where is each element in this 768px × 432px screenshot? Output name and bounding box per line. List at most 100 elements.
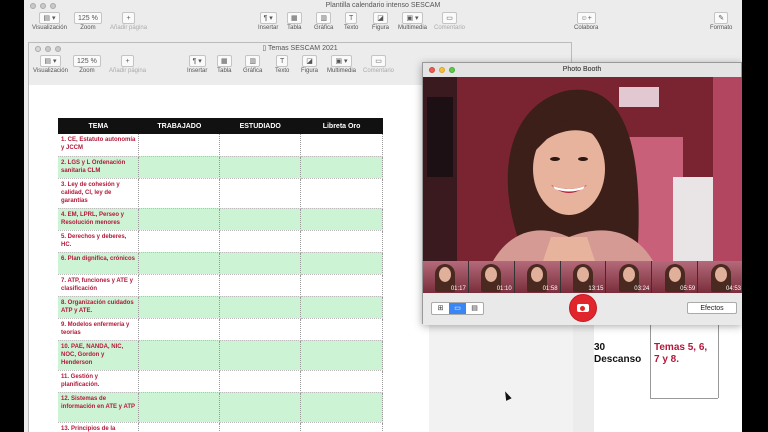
check-cell[interactable] [300,134,383,157]
topic-cell[interactable]: 9. Modelos enfermería y teorías [58,318,140,341]
toolbar-view[interactable]: ▤ ▾ Visualización [33,55,68,74]
check-cell[interactable] [219,134,302,157]
minimize-button[interactable] [45,46,51,52]
check-cell[interactable] [219,296,302,319]
toolbar-chart[interactable]: ▥ Gráfica [243,55,262,74]
check-cell[interactable] [300,370,383,393]
photo-thumbnail[interactable]: 01:10 [468,261,514,293]
toolbar-add-page[interactable]: + Añadir página [109,55,146,74]
minimize-button[interactable] [40,3,46,9]
check-cell[interactable] [219,392,302,423]
check-cell[interactable] [219,230,302,253]
check-cell[interactable] [300,392,383,423]
window-title: Temas SESCAM 2021 [268,45,338,52]
toolbar-text[interactable]: T Texto [344,12,358,31]
check-cell[interactable] [300,340,383,371]
check-cell[interactable] [219,318,302,341]
topic-cell[interactable]: 7. ATP, funciones y ATE y clasificación [58,274,140,297]
topic-cell[interactable]: 2. LGS y L Ordenación sanitaria CLM [58,156,140,179]
toolbar-media[interactable]: ▣ ▾ Multimedia [327,55,356,74]
topic-cell[interactable]: 3. Ley de cohesión y calidad, CI, ley de… [58,178,140,209]
minimize-button[interactable] [439,67,445,73]
check-cell[interactable] [138,296,221,319]
thumbnail-strip[interactable]: 01:17 01:10 01:58 13:15 03:24 05:59 04:53 [423,261,742,293]
toolbar-table[interactable]: ▦ Tabla [287,12,302,31]
topic-cell[interactable]: 1. CE, Estatuto autonomía y JCCM [58,134,140,157]
topic-cell[interactable]: 5. Derechos y deberes, HC. [58,230,140,253]
toolbar-media[interactable]: ▣ ▾ Multimedia [398,12,427,31]
take-photo-button[interactable] [569,294,597,322]
zoom-button[interactable] [50,3,56,9]
toolbar-shape[interactable]: ◪ Figura [301,55,318,74]
toolbar-insert[interactable]: ¶ ▾ Insertar [187,55,207,74]
check-cell[interactable] [138,134,221,157]
topic-cell[interactable]: 13. Principios de la [58,422,140,432]
check-cell[interactable] [300,178,383,209]
check-cell[interactable] [219,156,302,179]
check-cell[interactable] [138,252,221,275]
check-cell[interactable] [138,178,221,209]
effects-button[interactable]: Efectos [687,302,737,314]
single-icon[interactable]: ▭ [449,303,466,314]
photo-thumbnail[interactable]: 13:15 [560,261,606,293]
zoom-button[interactable] [449,67,455,73]
filmstrip-icon[interactable]: ▤ [466,303,483,314]
check-cell[interactable] [138,422,221,432]
toolbar-format[interactable]: ✎ Formato [710,12,732,31]
photo-thumbnail[interactable]: 03:24 [606,261,652,293]
photo-thumbnail[interactable]: 01:58 [514,261,560,293]
check-cell[interactable] [219,178,302,209]
close-button[interactable] [30,3,36,9]
toolbar-insert[interactable]: ¶ ▾ Insertar [258,12,278,31]
check-cell[interactable] [138,340,221,371]
close-button[interactable] [429,67,435,73]
media-icon: ▣ ▾ [402,12,423,24]
check-cell[interactable] [300,252,383,275]
check-cell[interactable] [219,340,302,371]
check-cell[interactable] [300,156,383,179]
topic-cell[interactable]: 10. PAE, NANDA, NIC, NOC, Gordon y Hende… [58,340,140,371]
toolbar-zoom[interactable]: 125 % Zoom [74,12,102,31]
check-cell[interactable] [300,422,383,432]
toolbar-comment[interactable]: ▭ Comentario [363,55,394,74]
toolbar-add-page[interactable]: + Añadir página [110,12,147,31]
check-cell[interactable] [219,208,302,231]
check-cell[interactable] [138,318,221,341]
photo-thumbnail[interactable]: 01:17 [423,261,468,293]
check-cell[interactable] [219,422,302,432]
check-cell[interactable] [138,370,221,393]
toolbar-view[interactable]: ▤ ▾ Visualización [32,12,67,31]
check-cell[interactable] [138,392,221,423]
topic-cell[interactable]: 6. Plan dignifica, crónicos [58,252,140,275]
zoom-button[interactable] [55,46,61,52]
check-cell[interactable] [300,274,383,297]
photo-thumbnail[interactable]: 05:59 [652,261,698,293]
toolbar-table[interactable]: ▦ Tabla [217,55,232,74]
grid-icon[interactable]: ⊞ [432,303,449,314]
topic-cell[interactable]: 4. EM, LPRL, Perseo y Resolución menores [58,208,140,231]
toolbar-text[interactable]: T Texto [275,55,289,74]
check-cell[interactable] [138,156,221,179]
check-cell[interactable] [300,296,383,319]
check-cell[interactable] [138,230,221,253]
topic-cell[interactable]: 8. Organización cuidados ATP y ATE. [58,296,140,319]
thumbnail-face [668,267,681,282]
check-cell[interactable] [138,274,221,297]
check-cell[interactable] [219,252,302,275]
check-cell[interactable] [300,318,383,341]
toolbar-zoom[interactable]: 125 % Zoom [73,55,101,74]
toolbar-shape[interactable]: ◪ Figura [372,12,389,31]
photo-thumbnail[interactable]: 04:53 [698,261,742,293]
toolbar-comment[interactable]: ▭ Comentario [434,12,465,31]
close-button[interactable] [35,46,41,52]
check-cell[interactable] [219,274,302,297]
check-cell[interactable] [219,370,302,393]
check-cell[interactable] [300,208,383,231]
toolbar-collaborate[interactable]: ☺+ Colabora [574,12,598,31]
check-cell[interactable] [138,208,221,231]
toolbar-chart[interactable]: ▥ Gráfica [314,12,333,31]
topic-cell[interactable]: 12. Sistemas de información en ATE y ATP [58,392,140,423]
shape-icon: ◪ [302,55,317,67]
topic-cell[interactable]: 11. Gestión y planificación. [58,370,140,393]
check-cell[interactable] [300,230,383,253]
